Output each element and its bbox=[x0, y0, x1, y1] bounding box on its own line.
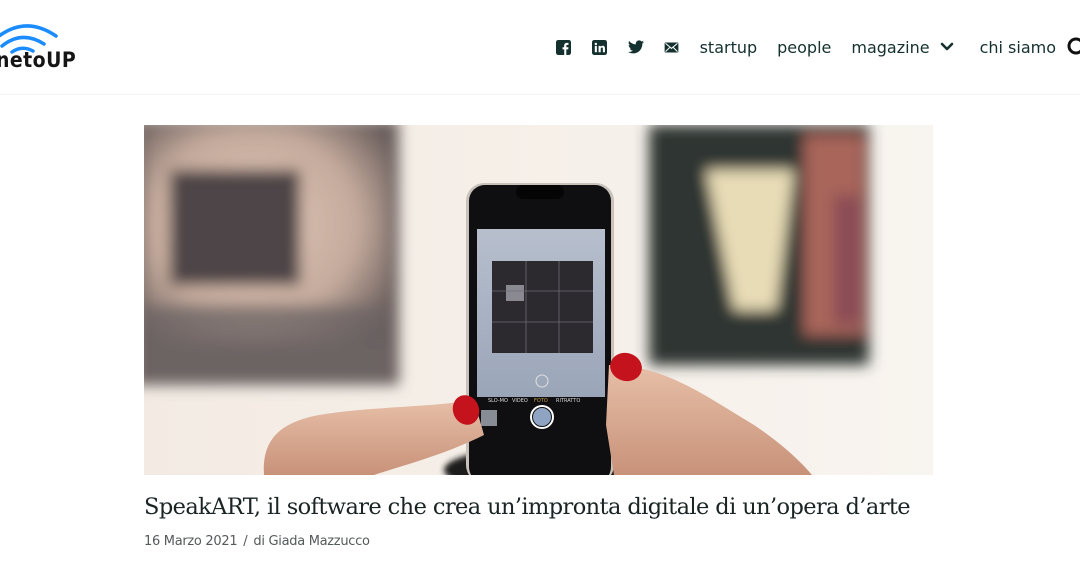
article-date: 16 Marzo 2021 bbox=[144, 534, 238, 549]
twitter-icon[interactable] bbox=[627, 39, 644, 55]
phone-mode-ritratto: RITRATTO bbox=[556, 398, 580, 404]
nav-link-chi-siamo[interactable]: chi siamo bbox=[980, 38, 1056, 57]
main-nav: startup people magazine chi siamo bbox=[556, 30, 1080, 64]
article-featured-image[interactable]: SLO-MO VIDEO FOTO RITRATTO bbox=[144, 125, 933, 475]
site-header: netoUP startup people magazine chi siamo bbox=[0, 0, 1080, 95]
facebook-icon[interactable] bbox=[556, 39, 572, 55]
article-title[interactable]: SpeakART, il software che crea un’impron… bbox=[144, 494, 911, 520]
nav-link-startup[interactable]: startup bbox=[700, 38, 758, 57]
phone-mode-video: VIDEO bbox=[512, 398, 528, 404]
left-painting bbox=[144, 125, 399, 385]
nav-link-magazine[interactable]: magazine bbox=[851, 38, 953, 57]
nav-link-label: magazine bbox=[851, 37, 930, 57]
social-links bbox=[556, 39, 700, 55]
email-icon[interactable] bbox=[664, 39, 680, 55]
article-author[interactable]: di Giada Mazzucco bbox=[253, 534, 370, 549]
site-logo[interactable]: netoUP bbox=[0, 18, 90, 78]
featured-image-illustration: SLO-MO VIDEO FOTO RITRATTO bbox=[144, 125, 933, 475]
nav-link-label: chi siamo bbox=[979, 37, 1056, 57]
meta-separator: / bbox=[243, 534, 248, 549]
chevron-down-icon[interactable] bbox=[940, 42, 954, 52]
nav-link-label: startup bbox=[699, 37, 758, 57]
right-painting bbox=[649, 125, 869, 365]
phone-mode-slomo: SLO-MO bbox=[488, 398, 508, 404]
logo-text: netoUP bbox=[0, 48, 77, 72]
article-meta: 16 Marzo 2021 / di Giada Mazzucco bbox=[144, 534, 370, 549]
phone-mode-foto: FOTO bbox=[534, 398, 548, 404]
smartphone: SLO-MO VIDEO FOTO RITRATTO bbox=[466, 183, 614, 475]
nav-link-label: people bbox=[777, 37, 832, 57]
nav-link-people[interactable]: people bbox=[777, 38, 831, 57]
linkedin-icon[interactable] bbox=[592, 39, 608, 55]
search-icon[interactable] bbox=[1066, 36, 1080, 58]
